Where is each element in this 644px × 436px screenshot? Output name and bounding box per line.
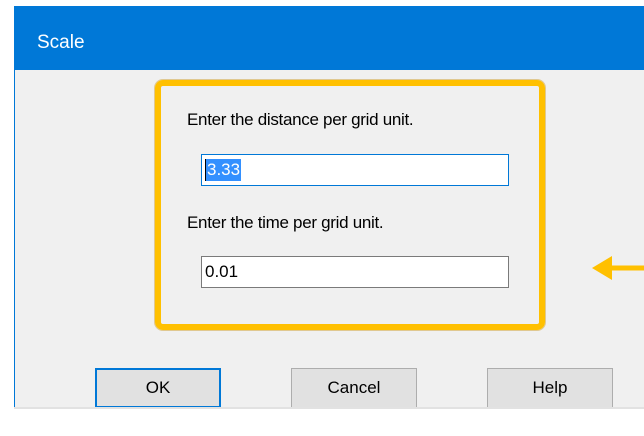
cancel-button[interactable]: Cancel	[291, 368, 417, 408]
dialog-bottom-edge	[14, 407, 644, 409]
title-bar[interactable]: Scale	[15, 6, 644, 70]
dialog-title: Scale	[37, 32, 85, 53]
ok-button[interactable]: OK	[95, 368, 221, 408]
help-button[interactable]: Help	[487, 368, 613, 408]
scale-dialog: Scale Enter the distance per grid unit. …	[14, 6, 644, 408]
arrow-left-icon	[592, 256, 644, 280]
highlight-annotation-box	[155, 80, 545, 330]
